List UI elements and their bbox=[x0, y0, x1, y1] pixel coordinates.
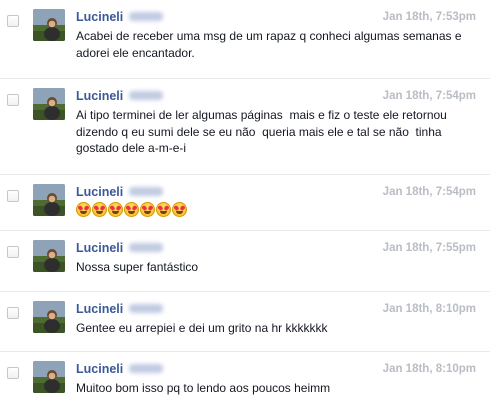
message-timestamp: Jan 18th, 8:10pm bbox=[382, 363, 476, 375]
sender-name[interactable]: Lucineli bbox=[76, 10, 123, 24]
sender-name[interactable]: Lucineli bbox=[76, 362, 123, 376]
message-row[interactable]: Lucineli Jan 18th, 8:10pm Gentee eu arre… bbox=[0, 292, 490, 352]
heart-eyes-emoji bbox=[124, 202, 139, 217]
sender-name[interactable]: Lucineli bbox=[76, 185, 123, 199]
heart-eyes-emoji bbox=[140, 202, 155, 217]
message-text: Gentee eu arrepiei e dei um grito na hr … bbox=[76, 321, 328, 335]
message-text: Muitoo bom isso pq to lendo aos poucos h… bbox=[76, 381, 331, 395]
message-row[interactable]: Lucineli Jan 18th, 7:54pm Ai tipo termin… bbox=[0, 79, 490, 175]
avatar[interactable] bbox=[33, 361, 65, 393]
message-timestamp: Jan 18th, 7:55pm bbox=[382, 242, 476, 254]
redacted-surname bbox=[129, 304, 164, 314]
message-timestamp: Jan 18th, 7:53pm bbox=[382, 11, 476, 23]
message-text: Acabei de receber uma msg de um rapaz q … bbox=[76, 29, 465, 60]
avatar[interactable] bbox=[33, 240, 65, 272]
sender-name[interactable]: Lucineli bbox=[76, 89, 123, 103]
heart-eyes-emoji bbox=[92, 202, 107, 217]
emoji-row bbox=[76, 202, 188, 220]
select-checkbox[interactable] bbox=[7, 94, 19, 106]
heart-eyes-emoji bbox=[108, 202, 123, 217]
redacted-surname bbox=[129, 91, 164, 101]
select-checkbox[interactable] bbox=[7, 246, 19, 258]
message-timestamp: Jan 18th, 7:54pm bbox=[382, 90, 476, 102]
message-thread: Lucineli Jan 18th, 7:53pm Acabei de rece… bbox=[0, 0, 490, 409]
avatar[interactable] bbox=[33, 9, 65, 41]
avatar[interactable] bbox=[33, 88, 65, 120]
message-row[interactable]: Lucineli Jan 18th, 7:54pm bbox=[0, 175, 490, 231]
sender-name[interactable]: Lucineli bbox=[76, 241, 123, 255]
sender-name[interactable]: Lucineli bbox=[76, 302, 123, 316]
message-timestamp: Jan 18th, 8:10pm bbox=[382, 303, 476, 315]
select-checkbox[interactable] bbox=[7, 307, 19, 319]
redacted-surname bbox=[129, 243, 164, 253]
message-row[interactable]: Lucineli Jan 18th, 8:10pm Muitoo bom iss… bbox=[0, 352, 490, 409]
heart-eyes-emoji bbox=[172, 202, 187, 217]
message-timestamp: Jan 18th, 7:54pm bbox=[382, 186, 476, 198]
avatar[interactable] bbox=[33, 184, 65, 216]
redacted-surname bbox=[129, 364, 164, 374]
select-checkbox[interactable] bbox=[7, 367, 19, 379]
heart-eyes-emoji bbox=[76, 202, 91, 217]
message-row[interactable]: Lucineli Jan 18th, 7:55pm Nossa super fa… bbox=[0, 231, 490, 292]
redacted-surname bbox=[129, 12, 164, 22]
select-checkbox[interactable] bbox=[7, 15, 19, 27]
message-text: Ai tipo terminei de ler algumas páginas … bbox=[76, 108, 451, 155]
select-checkbox[interactable] bbox=[7, 190, 19, 202]
avatar[interactable] bbox=[33, 301, 65, 333]
message-row[interactable]: Lucineli Jan 18th, 7:53pm Acabei de rece… bbox=[0, 0, 490, 79]
heart-eyes-emoji bbox=[156, 202, 171, 217]
redacted-surname bbox=[129, 187, 164, 197]
message-text: Nossa super fantástico bbox=[76, 260, 199, 274]
